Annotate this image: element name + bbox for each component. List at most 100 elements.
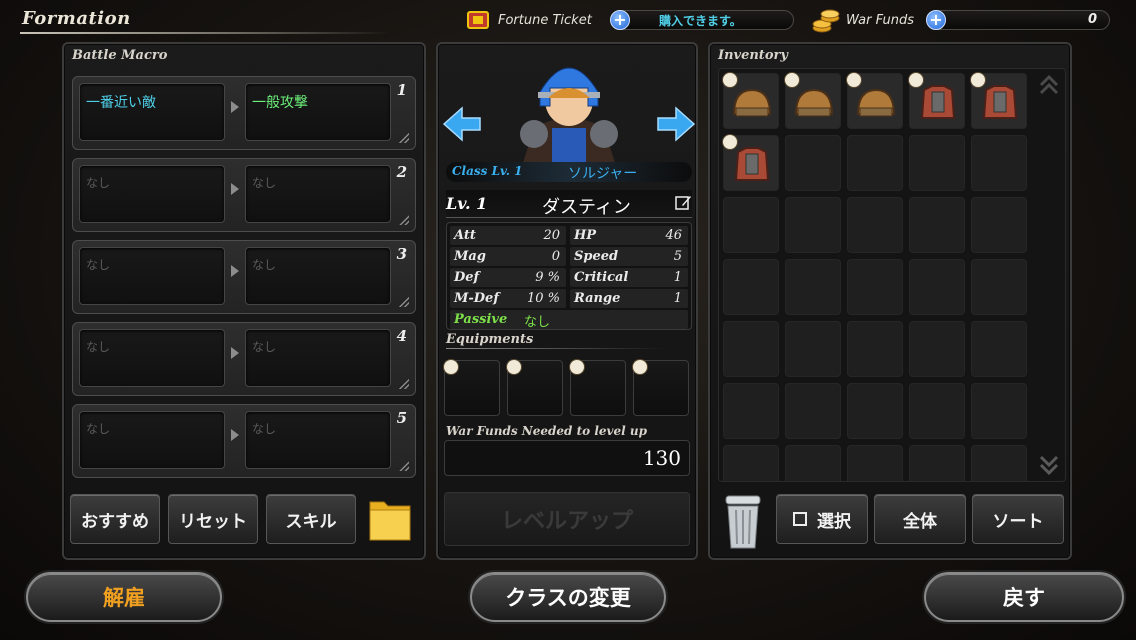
inventory-empty-slot[interactable] (909, 135, 965, 191)
macro-row-5[interactable]: なし なし 5 (72, 404, 416, 478)
drag-handle-icon[interactable] (399, 215, 409, 225)
inventory-item-helmet[interactable] (784, 72, 841, 129)
equip-slot-helmet[interactable] (443, 359, 500, 416)
macro-target-slot[interactable]: 一番近い敵 (79, 83, 225, 141)
inventory-empty-slot[interactable] (909, 321, 965, 377)
macro-action-slot[interactable]: 一般攻撃 (245, 83, 391, 141)
page-title: Formation (22, 8, 131, 29)
arrow-right-icon[interactable] (654, 104, 698, 144)
macro-target-slot[interactable]: なし (79, 411, 225, 469)
drag-handle-icon[interactable] (399, 379, 409, 389)
scroll-down-icon[interactable] (1037, 453, 1061, 477)
class-level-label: Class Lv. 1 (452, 164, 523, 178)
equip-slot-accessory[interactable] (632, 359, 689, 416)
edit-name-icon[interactable] (674, 194, 692, 212)
macro-target-text: 一番近い敵 (86, 95, 156, 111)
inventory-item-armor[interactable] (908, 72, 965, 129)
macro-action-slot[interactable]: なし (245, 247, 391, 305)
fortune-ticket-plus-button[interactable]: + (610, 10, 630, 30)
inventory-empty-slot[interactable] (909, 383, 965, 439)
inventory-empty-slot[interactable] (723, 197, 779, 253)
inventory-empty-slot[interactable] (847, 383, 903, 439)
inventory-empty-slot[interactable] (971, 321, 1027, 377)
trash-icon[interactable] (720, 494, 766, 550)
macro-number: 5 (396, 409, 407, 427)
recommend-button[interactable]: おすすめ (70, 494, 160, 544)
war-funds-plus-button[interactable]: + (926, 10, 946, 30)
folder-icon[interactable] (366, 494, 414, 544)
equip-slot-armor[interactable] (506, 359, 563, 416)
inventory-empty-slot[interactable] (909, 259, 965, 315)
select-button[interactable]: 選択 (776, 494, 868, 544)
arrow-left-icon[interactable] (440, 104, 484, 144)
drag-handle-icon[interactable] (399, 133, 409, 143)
ring-icon (632, 359, 648, 375)
equipments-divider (446, 348, 666, 349)
macro-row-3[interactable]: なし なし 3 (72, 240, 416, 314)
stat-label: Mag (454, 249, 486, 264)
inventory-item-helmet[interactable] (846, 72, 903, 129)
stat-label: Att (454, 228, 476, 243)
macro-row-1[interactable]: 一番近い敵 一般攻撃 1 (72, 76, 416, 150)
level-up-button[interactable]: レベルアップ (444, 492, 690, 546)
inventory-empty-slot[interactable] (723, 445, 779, 481)
inventory-empty-slot[interactable] (971, 383, 1027, 439)
inventory-empty-slot[interactable] (785, 445, 841, 481)
inventory-empty-slot[interactable] (971, 135, 1027, 191)
macro-target-slot[interactable]: なし (79, 165, 225, 223)
stat-value: 10 % (526, 291, 560, 306)
sort-button[interactable]: ソート (972, 494, 1064, 544)
character-level: Lv. 1 (446, 194, 488, 213)
inventory-empty-slot[interactable] (909, 197, 965, 253)
macro-row-4[interactable]: なし なし 4 (72, 322, 416, 396)
inventory-empty-slot[interactable] (847, 321, 903, 377)
inventory-item-helmet[interactable] (722, 72, 779, 129)
inventory-empty-slot[interactable] (785, 259, 841, 315)
stat-value: 9 % (535, 270, 560, 285)
back-button[interactable]: 戻す (924, 572, 1124, 622)
inventory-empty-slot[interactable] (785, 321, 841, 377)
macro-target-slot[interactable]: なし (79, 247, 225, 305)
inventory-empty-slot[interactable] (723, 259, 779, 315)
macro-action-slot[interactable]: なし (245, 329, 391, 387)
inventory-empty-slot[interactable] (723, 321, 779, 377)
stat-mdef: M-Def 10 % (450, 289, 566, 308)
scroll-up-icon[interactable] (1037, 73, 1061, 97)
change-class-button[interactable]: クラスの変更 (470, 572, 666, 622)
war-funds-bar: 0 (928, 10, 1110, 30)
equip-slot-weapon[interactable] (569, 359, 626, 416)
inventory-empty-slot[interactable] (971, 197, 1027, 253)
inventory-empty-slot[interactable] (847, 197, 903, 253)
title-divider (20, 32, 390, 34)
inventory-empty-slot[interactable] (847, 445, 903, 481)
inventory-empty-slot[interactable] (847, 259, 903, 315)
inventory-item-armor[interactable] (722, 134, 779, 191)
inventory-empty-slot[interactable] (785, 135, 841, 191)
macro-action-slot[interactable]: なし (245, 165, 391, 223)
inventory-grid (718, 68, 1066, 482)
macro-row-2[interactable]: なし なし 2 (72, 158, 416, 232)
inventory-empty-slot[interactable] (785, 197, 841, 253)
macro-number: 4 (396, 327, 407, 345)
inventory-item-armor[interactable] (970, 72, 1027, 129)
inventory-empty-slot[interactable] (909, 445, 965, 481)
passive-label: Passive (454, 312, 508, 327)
macro-action-slot[interactable]: なし (245, 411, 391, 469)
character-portrait (504, 48, 634, 166)
drag-handle-icon[interactable] (399, 297, 409, 307)
dismiss-button[interactable]: 解雇 (26, 572, 222, 622)
stat-value: 1 (673, 291, 682, 306)
all-filter-button[interactable]: 全体 (874, 494, 966, 544)
war-funds-value: 0 (1087, 12, 1097, 27)
inventory-empty-slot[interactable] (971, 259, 1027, 315)
macro-target-slot[interactable]: なし (79, 329, 225, 387)
war-funds-label: War Funds (846, 12, 915, 28)
inventory-empty-slot[interactable] (847, 135, 903, 191)
inventory-empty-slot[interactable] (723, 383, 779, 439)
reset-button[interactable]: リセット (168, 494, 258, 544)
drag-handle-icon[interactable] (399, 461, 409, 471)
skill-button[interactable]: スキル (266, 494, 356, 544)
inventory-empty-slot[interactable] (971, 445, 1027, 481)
stat-att: Att 20 (450, 226, 566, 245)
inventory-empty-slot[interactable] (785, 383, 841, 439)
